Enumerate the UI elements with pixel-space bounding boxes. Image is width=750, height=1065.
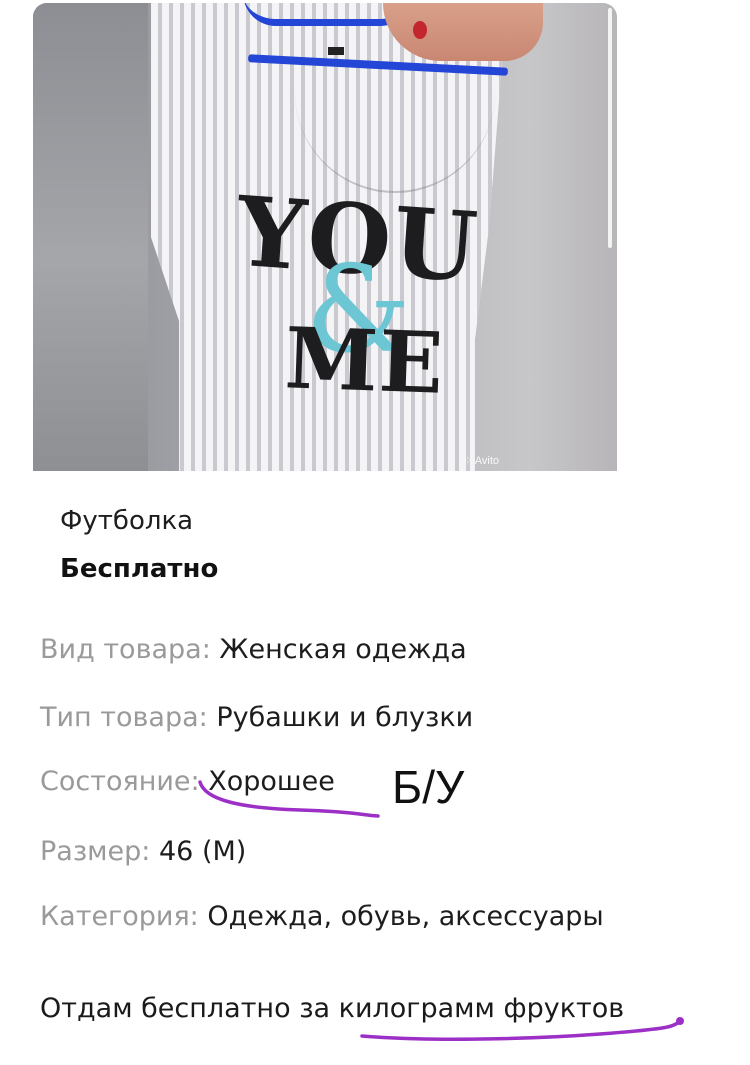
annotation-bu: Б/У bbox=[392, 761, 465, 813]
param-key: Тип товара: bbox=[40, 702, 208, 733]
param-value: Хорошее bbox=[208, 766, 335, 797]
photo-background bbox=[33, 3, 148, 471]
param-value: Одежда, обувь, аксессуары bbox=[207, 901, 604, 932]
param-row: Тип товара: Рубашки и блузки bbox=[40, 702, 473, 733]
listing-description: Отдам бесплатно за килограмм фруктов bbox=[40, 993, 625, 1024]
param-key: Состояние: bbox=[40, 766, 200, 797]
param-value: Рубашки и блузки bbox=[216, 702, 474, 733]
avito-watermark: ⁘ Avito bbox=[463, 454, 499, 467]
listing-price: Бесплатно bbox=[60, 554, 219, 584]
watermark-text: Avito bbox=[474, 455, 499, 467]
param-key: Категория: bbox=[40, 901, 199, 932]
param-value: 46 (M) bbox=[159, 836, 247, 867]
param-row: Размер: 46 (M) bbox=[40, 836, 246, 867]
param-row: Категория: Одежда, обувь, аксессуары bbox=[40, 901, 604, 932]
avito-logo-icon: ⁘ bbox=[463, 455, 475, 467]
underline-end-dot bbox=[676, 1017, 684, 1025]
listing-card: Футболка Бесплатно bbox=[33, 471, 617, 599]
listing-title[interactable]: Футболка bbox=[60, 506, 193, 536]
param-row: Вид товара: Женская одежда bbox=[40, 634, 467, 665]
param-key: Вид товара: bbox=[40, 634, 211, 665]
listing-photo[interactable]: YOU & ME ⁘ Avito bbox=[33, 3, 617, 471]
scroll-indicator bbox=[608, 8, 612, 248]
print-me: ME bbox=[283, 308, 446, 413]
param-row: Состояние: Хорошее bbox=[40, 766, 335, 797]
param-key: Размер: bbox=[40, 836, 151, 867]
shirt-label bbox=[328, 47, 344, 55]
fingernail bbox=[413, 21, 427, 39]
param-value: Женская одежда bbox=[219, 634, 467, 665]
underline-description bbox=[360, 1020, 682, 1041]
